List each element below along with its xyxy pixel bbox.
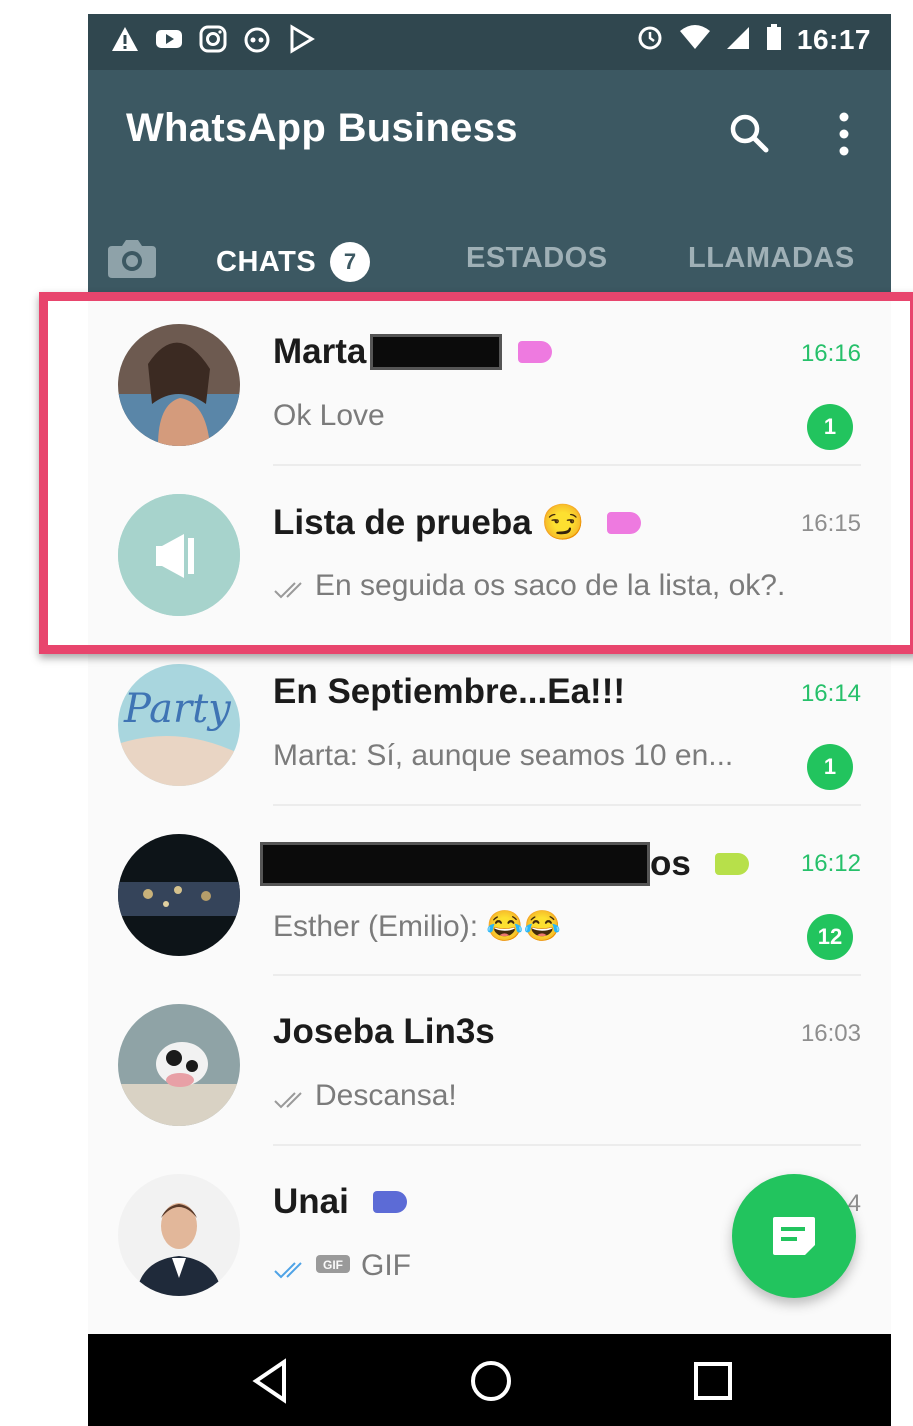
chat-name: Unai [273, 1182, 407, 1222]
unread-badge: 12 [807, 914, 853, 960]
tab-chats[interactable]: CHATS 7 [216, 242, 371, 282]
svg-text:GIF: GIF [323, 1258, 343, 1272]
avatar[interactable] [118, 1174, 240, 1296]
chat-name-text: Unai [273, 1182, 349, 1221]
avatar[interactable]: Party [118, 664, 240, 786]
chat-preview-text: Marta: Sí, aunque seamos 10 en... [273, 739, 734, 772]
camera-icon[interactable] [106, 234, 158, 280]
battery-icon [765, 22, 783, 57]
chat-preview: GIF GIF [273, 1249, 411, 1283]
instagram-icon [198, 24, 228, 54]
youtube-icon [154, 24, 184, 54]
app-bar: WhatsApp Business CHATS 7 ESTADOS LLAMAD… [88, 70, 891, 296]
chat-name: os [260, 842, 749, 886]
chat-time: 16:14 [800, 680, 861, 707]
chat-preview: Marta: Sí, aunque seamos 10 en... [273, 739, 733, 773]
chat-preview: Descansa! [273, 1079, 457, 1113]
back-icon[interactable] [248, 1356, 298, 1406]
play-store-icon [286, 24, 316, 54]
chat-preview: Esther (Emilio): 😂😂 [273, 909, 561, 944]
navigation-bar [88, 1334, 891, 1426]
wifi-icon [679, 22, 711, 57]
label-tag [372, 1191, 407, 1213]
chat-name-text: os [650, 844, 691, 883]
double-check-icon [273, 1255, 311, 1279]
chat-name-text: En Septiembre...Ea!!! [273, 672, 626, 711]
alarm-icon [635, 22, 665, 57]
tab-bar: CHATS 7 ESTADOS LLAMADAS [88, 220, 891, 296]
notification-icons [110, 24, 316, 54]
label-tag [714, 853, 749, 875]
chat-preview-text: GIF [361, 1249, 411, 1282]
svg-text:Party: Party [123, 686, 232, 732]
headset-icon [242, 24, 272, 54]
app-title: WhatsApp Business [126, 106, 518, 150]
tab-estados[interactable]: ESTADOS [466, 242, 608, 275]
chat-preview-text: Esther (Emilio): 😂😂 [273, 910, 562, 943]
chat-row-joseba-lin3s[interactable]: Joseba Lin3s 16:03 Descansa! [88, 976, 891, 1146]
system-icons: 16:17 [635, 22, 871, 57]
new-chat-icon [773, 1217, 815, 1255]
chat-row-group-redacted[interactable]: os 16:12 Esther (Emilio): 😂😂 12 [88, 806, 891, 976]
warning-icon [110, 24, 140, 54]
chat-preview-text: Descansa! [315, 1079, 457, 1112]
chat-name-text: Joseba Lin3s [273, 1012, 495, 1051]
chat-name: Joseba Lin3s [273, 1012, 495, 1052]
chat-time: 16:12 [800, 850, 861, 877]
tab-llamadas[interactable]: LLAMADAS [688, 242, 855, 275]
new-chat-button[interactable] [732, 1174, 856, 1298]
unread-badge: 1 [807, 744, 853, 790]
phone-screen: 16:17 WhatsApp Business CHATS 7 ESTADOS … [88, 14, 891, 1426]
avatar[interactable] [118, 834, 240, 956]
highlight-box [39, 292, 913, 654]
signal-icon [725, 22, 751, 57]
unread-chats-badge: 7 [330, 242, 371, 282]
search-icon[interactable] [724, 108, 774, 158]
chat-time: 16:03 [800, 1020, 861, 1047]
redaction-box [260, 842, 650, 886]
home-icon[interactable] [466, 1356, 516, 1406]
chat-name: En Septiembre...Ea!!! [273, 672, 625, 712]
tab-chats-label: CHATS [216, 245, 317, 278]
more-vert-icon[interactable] [828, 108, 860, 160]
chat-row-en-septiembre[interactable]: Party En Septiembre...Ea!!! 16:14 Marta:… [88, 636, 891, 806]
status-bar: 16:17 [88, 14, 891, 70]
status-time: 16:17 [796, 23, 871, 55]
gif-icon: GIF [315, 1249, 351, 1283]
avatar[interactable] [118, 1004, 240, 1126]
double-check-icon [273, 1085, 311, 1109]
recents-icon[interactable] [688, 1356, 738, 1406]
